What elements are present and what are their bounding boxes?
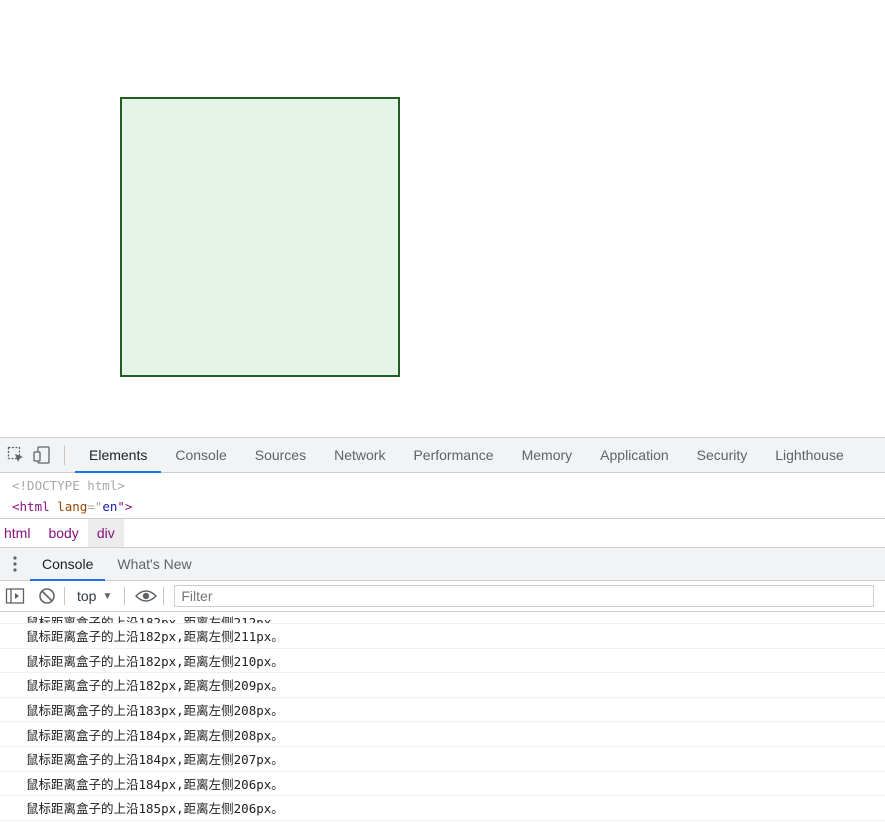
tab-security[interactable]: Security [683,438,762,472]
drawer-tab-whats-new[interactable]: What's New [105,548,203,580]
console-message: 鼠标距离盒子的上沿183px,距离左侧208px。 [0,698,885,723]
console-message-text: 鼠标距离盒子的上沿184px,距离左侧207px。 [26,752,284,768]
console-message: 鼠标距离盒子的上沿184px,距离左侧207px。 [0,747,885,772]
console-message-text: 鼠标距离盒子的上沿184px,距离左侧208px。 [26,727,284,743]
tab-performance[interactable]: Performance [399,438,507,472]
console-message-text: 鼠标距离盒子的上沿182px,距离左侧210px。 [26,653,284,669]
more-options-icon[interactable] [0,548,30,580]
devtools-toolbar: Elements Console Sources Network Perform… [0,438,885,473]
console-toolbar-divider-3 [163,587,165,605]
html-attr-value: en [102,499,118,514]
drawer-tab-console[interactable]: Console [30,548,106,581]
green-box[interactable] [120,97,400,377]
breadcrumb-html[interactable]: html [0,519,39,547]
dropdown-arrow-icon: ▼ [102,590,113,602]
console-message-text: 鼠标距离盒子的上沿182px,距离左侧211px。 [26,629,284,645]
drawer-tabbar: Console What's New [0,548,885,581]
breadcrumb-div[interactable]: div [87,519,124,547]
tab-elements[interactable]: Elements [75,438,162,473]
breadcrumb-body[interactable]: body [39,519,87,547]
console-message: 鼠标距离盒子的上沿184px,距离左侧208px。 [0,722,885,747]
doctype-node[interactable]: <!DOCTYPE html> [0,475,885,496]
console-toolbar-divider-2 [124,587,126,605]
console-toolbar: top ▼ Filter [0,581,885,612]
devtools-panel: Elements Console Sources Network Perform… [0,437,885,829]
tab-memory[interactable]: Memory [508,438,587,472]
show-sidebar-icon[interactable] [4,585,26,607]
tab-application[interactable]: Application [586,438,683,472]
tab-sources[interactable]: Sources [241,438,320,472]
console-message-text: 鼠标距离盒子的上沿182px,距离左侧209px。 [26,678,284,694]
tab-console[interactable]: Console [161,438,240,472]
live-expression-eye-icon[interactable] [135,585,158,607]
console-message: 鼠标距离盒子的上沿182px,距离左侧210px。 [0,649,885,674]
console-message-text: 鼠标距离盒子的上沿182px,距离左侧212px。 [26,615,284,624]
breadcrumb: html body div [0,518,885,548]
console-message: 鼠标距离盒子的上沿184px,距离左侧206px。 [0,772,885,797]
html-attr-eq: =" [87,499,103,514]
console-message-text: 鼠标距离盒子的上沿183px,距离左侧208px。 [26,703,284,719]
tab-network[interactable]: Network [320,438,399,472]
page-viewport [0,0,885,437]
filter-input[interactable]: Filter [174,585,875,607]
device-toolbar-icon[interactable] [32,445,52,465]
toolbar-divider [64,445,65,465]
html-attr-name: lang [57,499,88,514]
html-node[interactable]: <html lang="en"> [0,496,885,517]
filter-placeholder: Filter [181,588,213,604]
tab-lighthouse[interactable]: Lighthouse [761,438,858,472]
console-toolbar-divider [64,587,65,605]
clear-console-icon[interactable] [36,585,58,607]
console-message: 鼠标距离盒子的上沿182px,距离左侧209px。 [0,673,885,698]
console-message: 鼠标距离盒子的上沿185px,距离左侧206px。 [0,796,885,821]
console-message: 鼠标距离盒子的上沿182px,距离左侧212px。 [0,612,885,624]
html-tag-close: "> [117,499,133,514]
context-value: top [77,588,97,604]
context-selector[interactable]: top ▼ [71,588,118,604]
console-message-text: 鼠标距离盒子的上沿185px,距离左侧206px。 [26,801,284,817]
console-message: 鼠标距离盒子的上沿182px,距离左侧211px。 [0,624,885,649]
elements-dom-tree: <!DOCTYPE html> <html lang="en"> [0,473,885,520]
console-message-text: 鼠标距离盒子的上沿184px,距离左侧206px。 [26,776,284,792]
page: Elements Console Sources Network Perform… [0,0,885,829]
console-messages: 鼠标距离盒子的上沿182px,距离左侧212px。 鼠标距离盒子的上沿182px… [0,612,885,829]
html-tag-open: <html [12,499,50,514]
inspect-element-icon[interactable] [6,445,26,465]
